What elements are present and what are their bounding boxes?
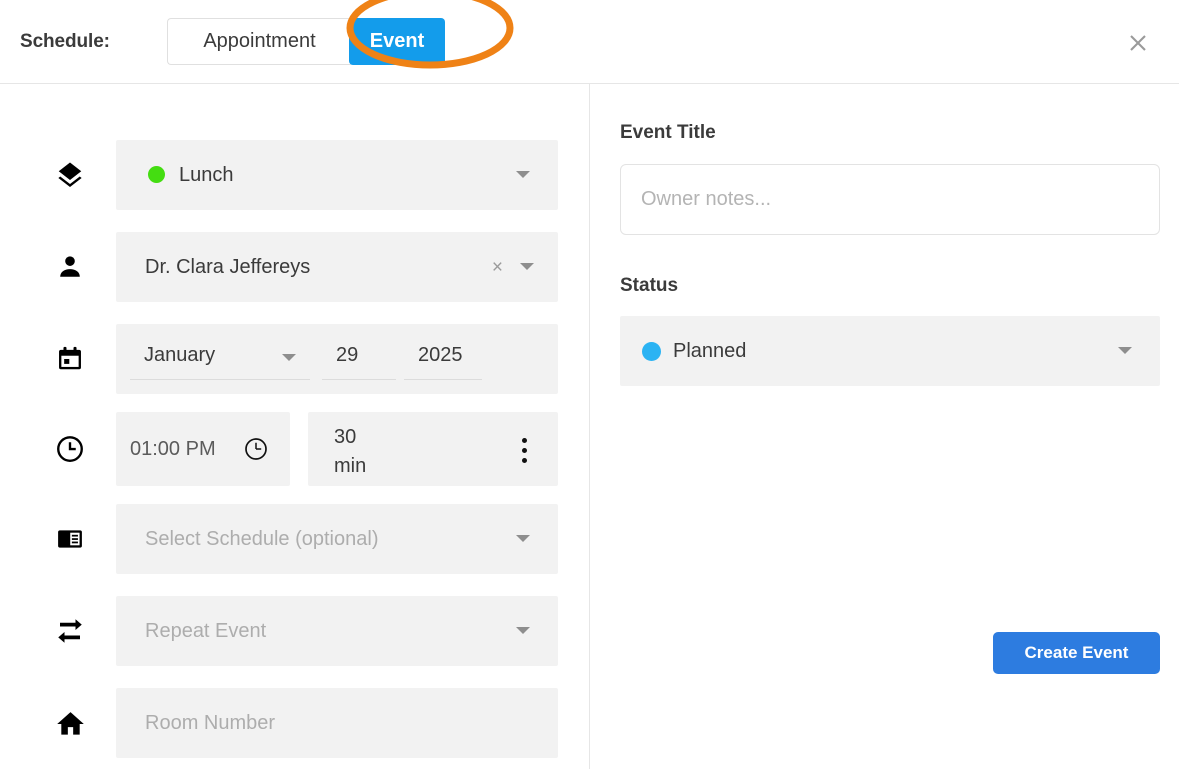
- event-type-value: Lunch: [179, 164, 234, 187]
- duration-field[interactable]: 30 min: [308, 412, 558, 486]
- schedule-placeholder: Select Schedule (optional): [145, 528, 378, 551]
- dialog-header: Schedule: Appointment Event: [0, 0, 1179, 84]
- chevron-down-icon[interactable]: [516, 535, 530, 542]
- duration-value: 30 min: [334, 423, 414, 481]
- form-row-provider: Dr. Clara Jeffereys ×: [0, 232, 589, 302]
- date-year-input[interactable]: 2025: [404, 336, 482, 380]
- chevron-down-icon[interactable]: [1118, 347, 1132, 354]
- event-meta-panel: Event Title Status Planned Create Event: [590, 84, 1179, 769]
- status-select[interactable]: Planned: [620, 316, 1160, 386]
- provider-value: Dr. Clara Jeffereys: [145, 256, 310, 279]
- provider-select[interactable]: Dr. Clara Jeffereys ×: [116, 232, 558, 302]
- form-row-date: January 29 2025: [0, 324, 589, 394]
- date-day-value: 29: [336, 344, 358, 367]
- event-type-color-dot: [148, 166, 165, 183]
- date-month-select[interactable]: January: [130, 336, 310, 380]
- status-label: Status: [620, 275, 678, 297]
- person-icon: [50, 248, 90, 286]
- repeat-select[interactable]: Repeat Event: [116, 596, 558, 666]
- chevron-down-icon[interactable]: [516, 627, 530, 634]
- repeat-placeholder: Repeat Event: [145, 620, 266, 643]
- clock-icon: [50, 430, 90, 468]
- form-row-time: 01:00 PM 30 min: [0, 412, 589, 486]
- date-year-value: 2025: [418, 344, 463, 367]
- event-details-form: Lunch Dr. Clara Jeffereys ×: [0, 84, 589, 769]
- start-time-field[interactable]: 01:00 PM: [116, 412, 290, 486]
- calendar-icon: [50, 340, 90, 378]
- room-number-input[interactable]: Room Number: [116, 688, 558, 758]
- chevron-down-icon[interactable]: [282, 354, 296, 361]
- duration-unit: min: [334, 455, 366, 477]
- room-number-placeholder: Room Number: [145, 712, 275, 735]
- clear-provider-button[interactable]: ×: [492, 258, 503, 277]
- layers-icon: [50, 156, 90, 194]
- time-picker-clock-icon[interactable]: [244, 437, 268, 461]
- chevron-down-icon[interactable]: [516, 171, 530, 178]
- event-title-input[interactable]: [620, 164, 1160, 235]
- schedule-event-dialog: Schedule: Appointment Event: [0, 0, 1179, 769]
- tab-event[interactable]: Event: [349, 18, 445, 65]
- date-field-group: January 29 2025: [116, 324, 558, 394]
- home-icon: [50, 704, 90, 742]
- tab-appointment[interactable]: Appointment: [167, 18, 351, 65]
- close-button[interactable]: [1119, 24, 1157, 62]
- page-title: Schedule:: [20, 31, 110, 53]
- more-vertical-icon[interactable]: [522, 438, 528, 462]
- schedule-panel-icon: [50, 520, 90, 558]
- create-event-button[interactable]: Create Event: [993, 632, 1160, 674]
- status-value: Planned: [673, 340, 746, 363]
- close-icon: [1126, 31, 1150, 55]
- repeat-icon: [50, 612, 90, 650]
- form-row-schedule: Select Schedule (optional): [0, 504, 589, 574]
- start-time-value: 01:00 PM: [130, 438, 216, 461]
- status-color-dot: [642, 342, 661, 361]
- dialog-body: Lunch Dr. Clara Jeffereys ×: [0, 84, 1179, 769]
- schedule-type-toggle: Appointment Event: [167, 18, 445, 65]
- form-row-event-type: Lunch: [0, 140, 589, 210]
- duration-amount: 30: [334, 426, 356, 448]
- date-day-input[interactable]: 29: [322, 336, 396, 380]
- event-title-label: Event Title: [620, 122, 716, 144]
- date-month-value: January: [144, 344, 215, 367]
- form-row-room: Room Number: [0, 688, 589, 758]
- schedule-select[interactable]: Select Schedule (optional): [116, 504, 558, 574]
- event-type-select[interactable]: Lunch: [116, 140, 558, 210]
- form-row-repeat: Repeat Event: [0, 596, 589, 666]
- chevron-down-icon[interactable]: [520, 263, 534, 270]
